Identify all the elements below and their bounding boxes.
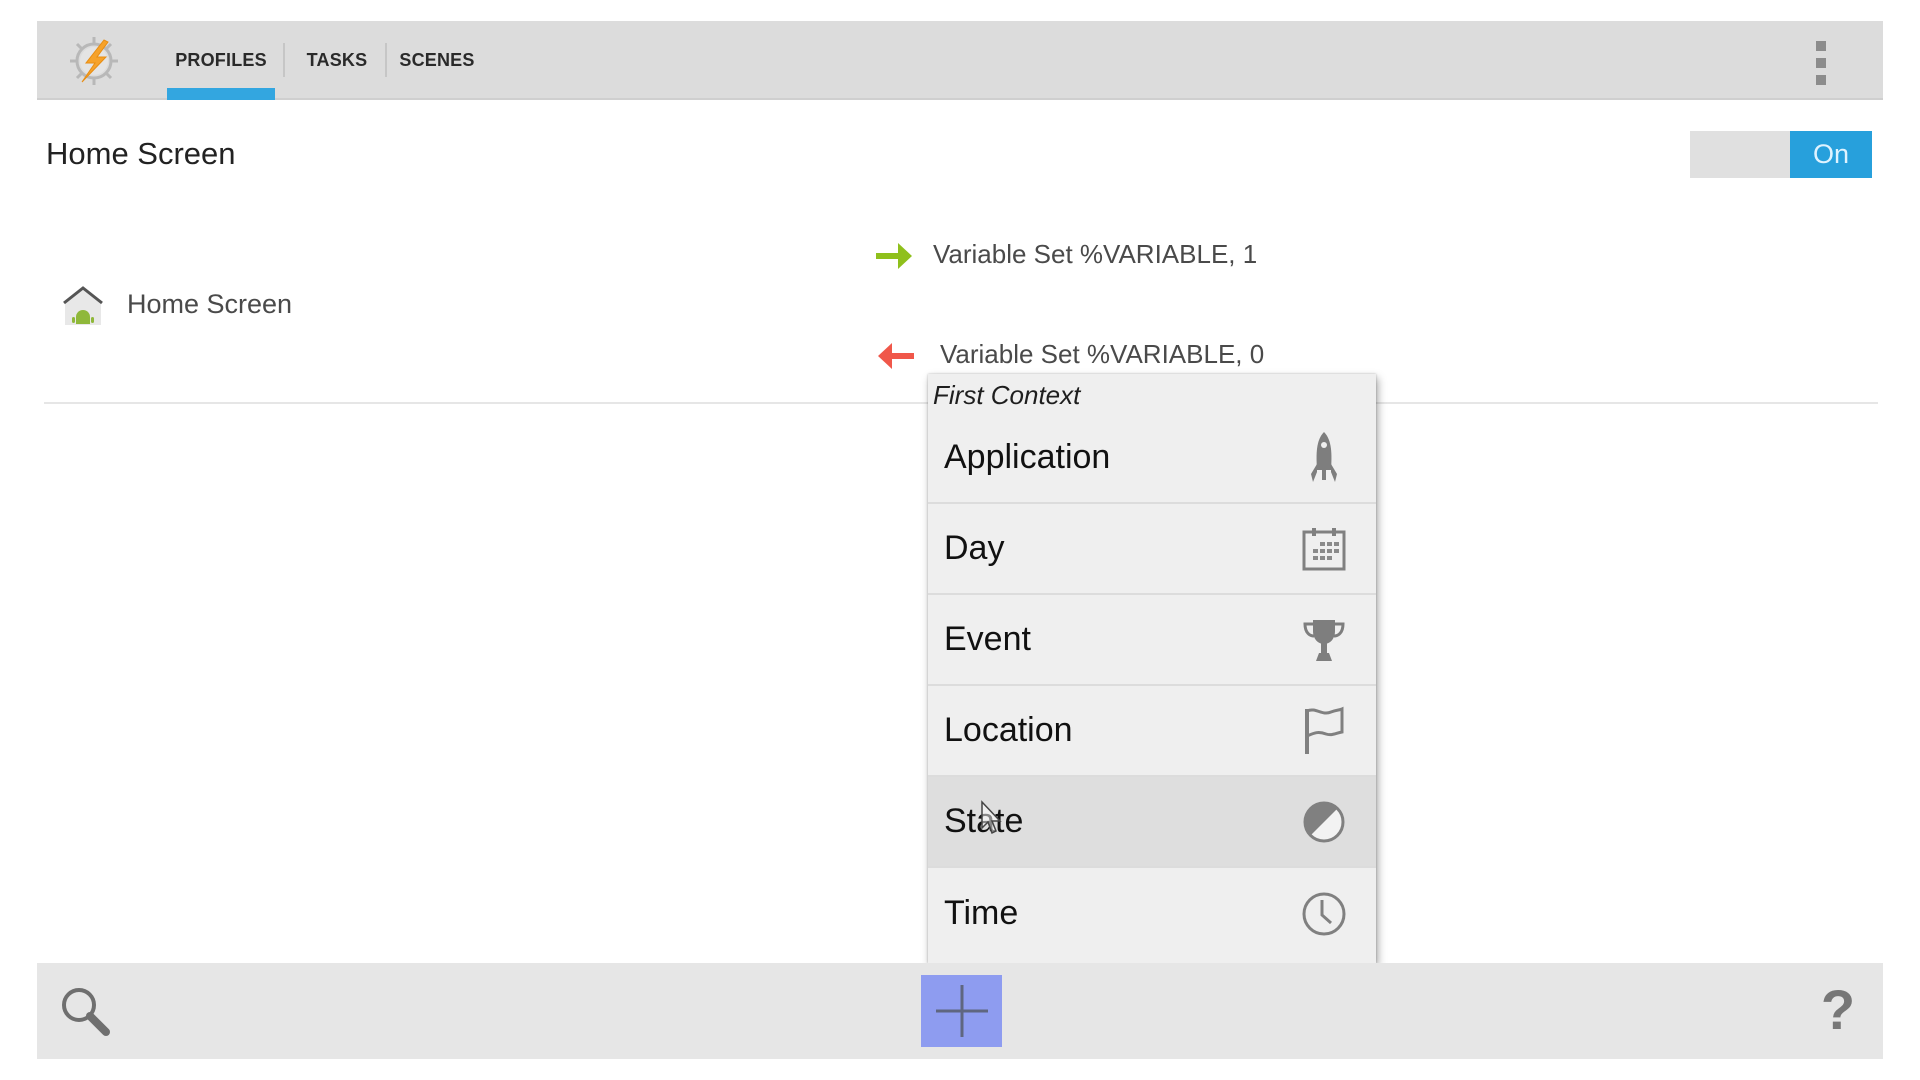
help-button[interactable]: ? xyxy=(1818,978,1858,1041)
arrow-right-green-icon xyxy=(876,243,912,269)
clock-icon xyxy=(1300,890,1348,938)
profile-title[interactable]: Home Screen xyxy=(46,136,236,172)
profile-context-label[interactable]: Home Screen xyxy=(127,289,292,320)
add-profile-button[interactable] xyxy=(921,975,1002,1047)
menu-item-label: Time xyxy=(944,894,1019,932)
menu-item-label: Event xyxy=(944,620,1031,658)
tab-separator xyxy=(385,43,387,77)
mouse-cursor-icon xyxy=(981,800,1002,835)
menu-item-time[interactable]: Time xyxy=(928,868,1376,959)
menu-title: First Context xyxy=(933,380,1081,410)
menu-item-label: Application xyxy=(944,438,1111,476)
more-vert-icon[interactable] xyxy=(1814,41,1828,85)
flag-icon xyxy=(1300,706,1348,755)
menu-item-label: Location xyxy=(944,711,1073,749)
search-icon[interactable] xyxy=(59,985,113,1039)
menu-item-label: Day xyxy=(944,529,1005,567)
trophy-icon xyxy=(1300,616,1348,664)
exit-task-label[interactable]: Variable Set %VARIABLE, 0 xyxy=(940,339,1264,370)
menu-item-day[interactable]: Day xyxy=(928,504,1376,595)
plus-icon xyxy=(935,985,988,1037)
active-tab-indicator xyxy=(167,88,275,100)
top-action-bar: PROFILES TASKS SCENES xyxy=(37,21,1883,100)
enter-task-label[interactable]: Variable Set %VARIABLE, 1 xyxy=(933,239,1257,270)
first-context-menu: First Context Application Day Event Loca… xyxy=(928,374,1376,963)
tab-tasks[interactable]: TASKS xyxy=(295,21,379,100)
calendar-icon xyxy=(1300,525,1348,573)
menu-item-event[interactable]: Event xyxy=(928,595,1376,686)
profile-enable-toggle[interactable]: On xyxy=(1690,131,1872,178)
rocket-icon xyxy=(1300,431,1348,482)
tasker-logo-icon xyxy=(70,37,118,85)
half-circle-icon xyxy=(1300,798,1348,846)
menu-item-application[interactable]: Application xyxy=(928,413,1376,504)
menu-item-location[interactable]: Location xyxy=(928,686,1376,777)
arrow-left-red-icon xyxy=(878,343,914,369)
bottom-action-bar: ? xyxy=(37,963,1883,1059)
tab-scenes[interactable]: SCENES xyxy=(395,21,479,100)
toggle-on-label: On xyxy=(1790,131,1872,178)
home-android-icon xyxy=(63,286,103,325)
tab-separator xyxy=(283,43,285,77)
